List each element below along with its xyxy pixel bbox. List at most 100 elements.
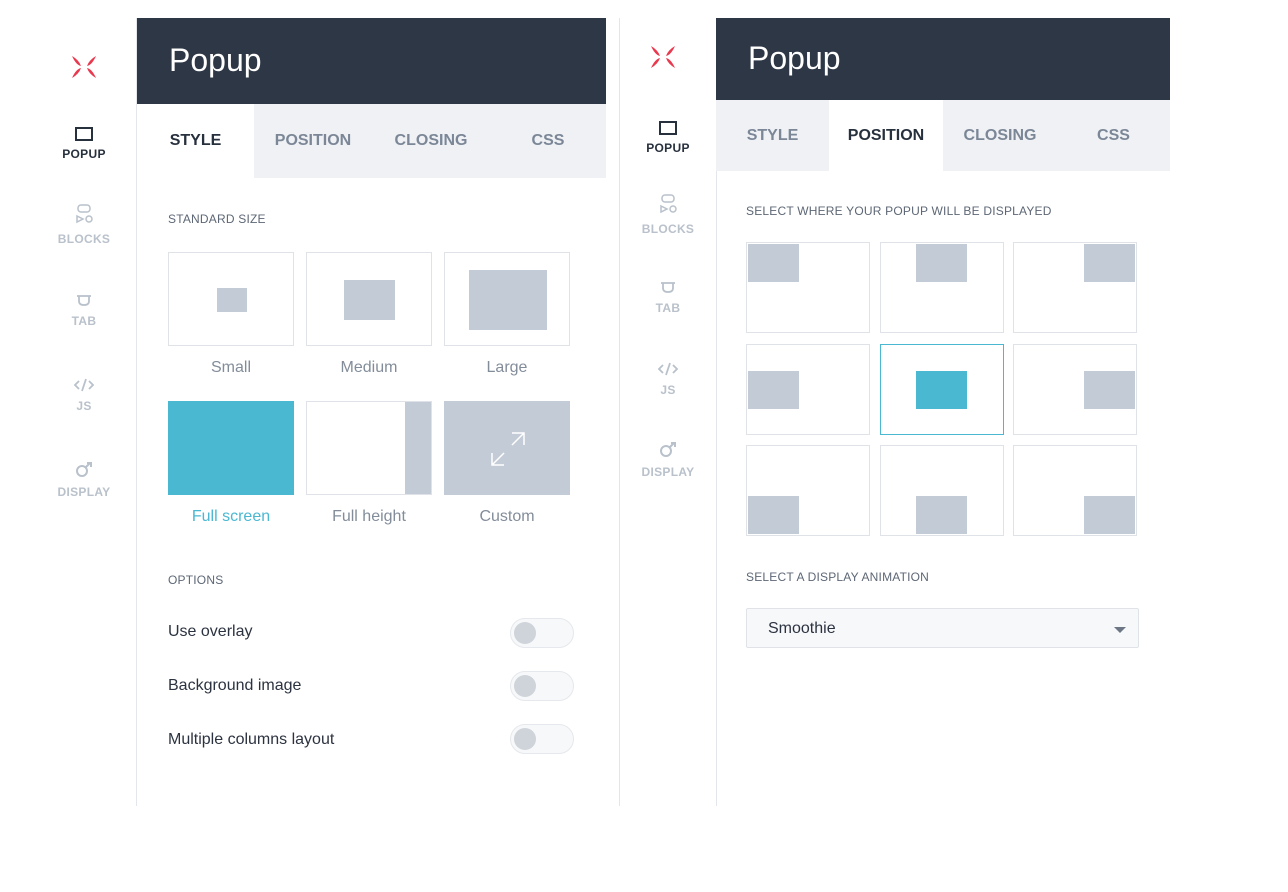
size-option-large[interactable] — [444, 252, 570, 346]
sidebar-item-label: POPUP — [62, 147, 106, 161]
sidebar-item-display[interactable]: DISPLAY — [32, 458, 136, 499]
display-icon — [660, 442, 676, 457]
position-bottom-center[interactable] — [880, 445, 1004, 536]
size-option-full-height[interactable] — [306, 401, 432, 495]
position-bottom-right[interactable] — [1013, 445, 1137, 536]
option-label-multiple-columns: Multiple columns layout — [168, 731, 335, 748]
tab-css[interactable]: CSS — [490, 104, 606, 178]
sidebar-item-tab[interactable]: TAB — [620, 280, 716, 315]
position-middle-right[interactable] — [1013, 344, 1137, 435]
sidebar-item-blocks[interactable]: BLOCKS — [620, 193, 716, 236]
tab-style[interactable]: STYLE — [137, 104, 254, 178]
expand-icon — [491, 432, 525, 466]
position-preview-shape — [1084, 371, 1135, 409]
sidebar-item-label: BLOCKS — [57, 232, 111, 246]
display-icon — [76, 462, 92, 477]
animation-label: SELECT A DISPLAY ANIMATION — [746, 570, 930, 584]
tab-closing[interactable]: CLOSING — [372, 104, 490, 178]
sidebar-item-popup[interactable]: POPUP — [620, 120, 716, 155]
sidebar-item-label: TAB — [655, 301, 681, 315]
size-option-small[interactable] — [168, 252, 294, 346]
sidebar-item-label: DISPLAY — [641, 465, 695, 479]
left-popup-editor: POPUP BLOCKS TAB JS DISPLAY Popup STYLE … — [32, 18, 606, 806]
tab-icon — [661, 282, 675, 293]
tab-style[interactable]: STYLE — [716, 100, 829, 171]
right-popup-editor: POPUP BLOCKS TAB JS DISPLAY Popup STYLE … — [619, 18, 1170, 806]
position-preview-shape — [1084, 244, 1135, 282]
sidebar-item-label: POPUP — [646, 141, 690, 155]
size-preview-shape — [405, 402, 431, 494]
sidebar-item-display[interactable]: DISPLAY — [620, 438, 716, 479]
position-top-right[interactable] — [1013, 242, 1137, 333]
sidebar-item-label: JS — [660, 383, 676, 397]
tab-bar: STYLE POSITION CLOSING CSS — [716, 100, 1170, 171]
page-title: Popup — [169, 42, 262, 78]
standard-size-label: STANDARD SIZE — [168, 212, 266, 226]
sidebar-item-label: JS — [76, 399, 92, 413]
panel-header: Popup — [137, 18, 606, 104]
position-preview-shape — [916, 244, 967, 282]
page-title: Popup — [748, 40, 841, 76]
size-preview-shape — [469, 270, 547, 330]
chevron-down-icon — [1114, 627, 1126, 633]
position-preview-shape — [748, 371, 799, 409]
tab-bar: STYLE POSITION CLOSING CSS — [137, 104, 606, 178]
size-caption-medium: Medium — [340, 359, 398, 376]
animation-select-value: Smoothie — [768, 620, 836, 637]
logo-icon — [651, 46, 675, 68]
code-icon — [73, 378, 95, 392]
toggle-knob — [514, 675, 536, 697]
size-option-medium[interactable] — [306, 252, 432, 346]
position-top-center[interactable] — [880, 242, 1004, 333]
position-label: SELECT WHERE YOUR POPUP WILL BE DISPLAYE… — [746, 204, 1052, 218]
toggle-background-image[interactable] — [510, 671, 574, 701]
animation-select[interactable]: Smoothie — [746, 608, 1139, 648]
position-preview-shape — [916, 496, 967, 534]
code-icon — [657, 362, 679, 376]
size-option-full-screen[interactable] — [168, 401, 294, 495]
position-bottom-left[interactable] — [746, 445, 870, 536]
right-sidebar: POPUP BLOCKS TAB JS DISPLAY — [619, 18, 717, 806]
size-caption-small: Small — [210, 359, 251, 376]
size-option-custom[interactable] — [444, 401, 570, 495]
sidebar-item-js[interactable]: JS — [32, 376, 136, 413]
position-middle-left[interactable] — [746, 344, 870, 435]
position-center[interactable] — [880, 344, 1004, 435]
popup-icon — [659, 121, 677, 135]
blocks-icon — [76, 204, 93, 224]
size-caption-large: Large — [486, 359, 528, 376]
toggle-knob — [514, 728, 536, 750]
position-preview-shape — [1084, 496, 1135, 534]
size-caption-custom: Custom — [479, 508, 535, 525]
option-label-background-image: Background image — [168, 677, 302, 694]
popup-icon — [75, 127, 93, 141]
tab-position[interactable]: POSITION — [829, 100, 943, 171]
position-preview-shape — [916, 371, 967, 409]
position-preview-shape — [748, 244, 799, 282]
sidebar-item-popup[interactable]: POPUP — [32, 126, 136, 161]
sidebar-item-tab[interactable]: TAB — [32, 293, 136, 328]
tab-icon — [77, 295, 91, 306]
size-caption-full-screen: Full screen — [191, 508, 271, 525]
sidebar-item-js[interactable]: JS — [620, 360, 716, 397]
options-label: OPTIONS — [168, 573, 224, 587]
blocks-icon — [660, 194, 677, 214]
panel-header: Popup — [716, 18, 1170, 100]
sidebar-item-label: TAB — [71, 314, 97, 328]
sidebar-item-label: BLOCKS — [641, 222, 695, 236]
option-label-use-overlay: Use overlay — [168, 623, 253, 640]
size-preview-shape — [344, 280, 395, 320]
toggle-use-overlay[interactable] — [510, 618, 574, 648]
size-caption-full-height: Full height — [332, 508, 406, 525]
sidebar-item-label: DISPLAY — [57, 485, 111, 499]
logo-icon — [72, 56, 96, 78]
toggle-multiple-columns[interactable] — [510, 724, 574, 754]
tab-css[interactable]: CSS — [1057, 100, 1170, 171]
position-top-left[interactable] — [746, 242, 870, 333]
toggle-knob — [514, 622, 536, 644]
position-preview-shape — [748, 496, 799, 534]
tab-closing[interactable]: CLOSING — [943, 100, 1057, 171]
size-preview-shape — [217, 288, 247, 312]
tab-position[interactable]: POSITION — [254, 104, 372, 178]
sidebar-item-blocks[interactable]: BLOCKS — [32, 203, 136, 246]
